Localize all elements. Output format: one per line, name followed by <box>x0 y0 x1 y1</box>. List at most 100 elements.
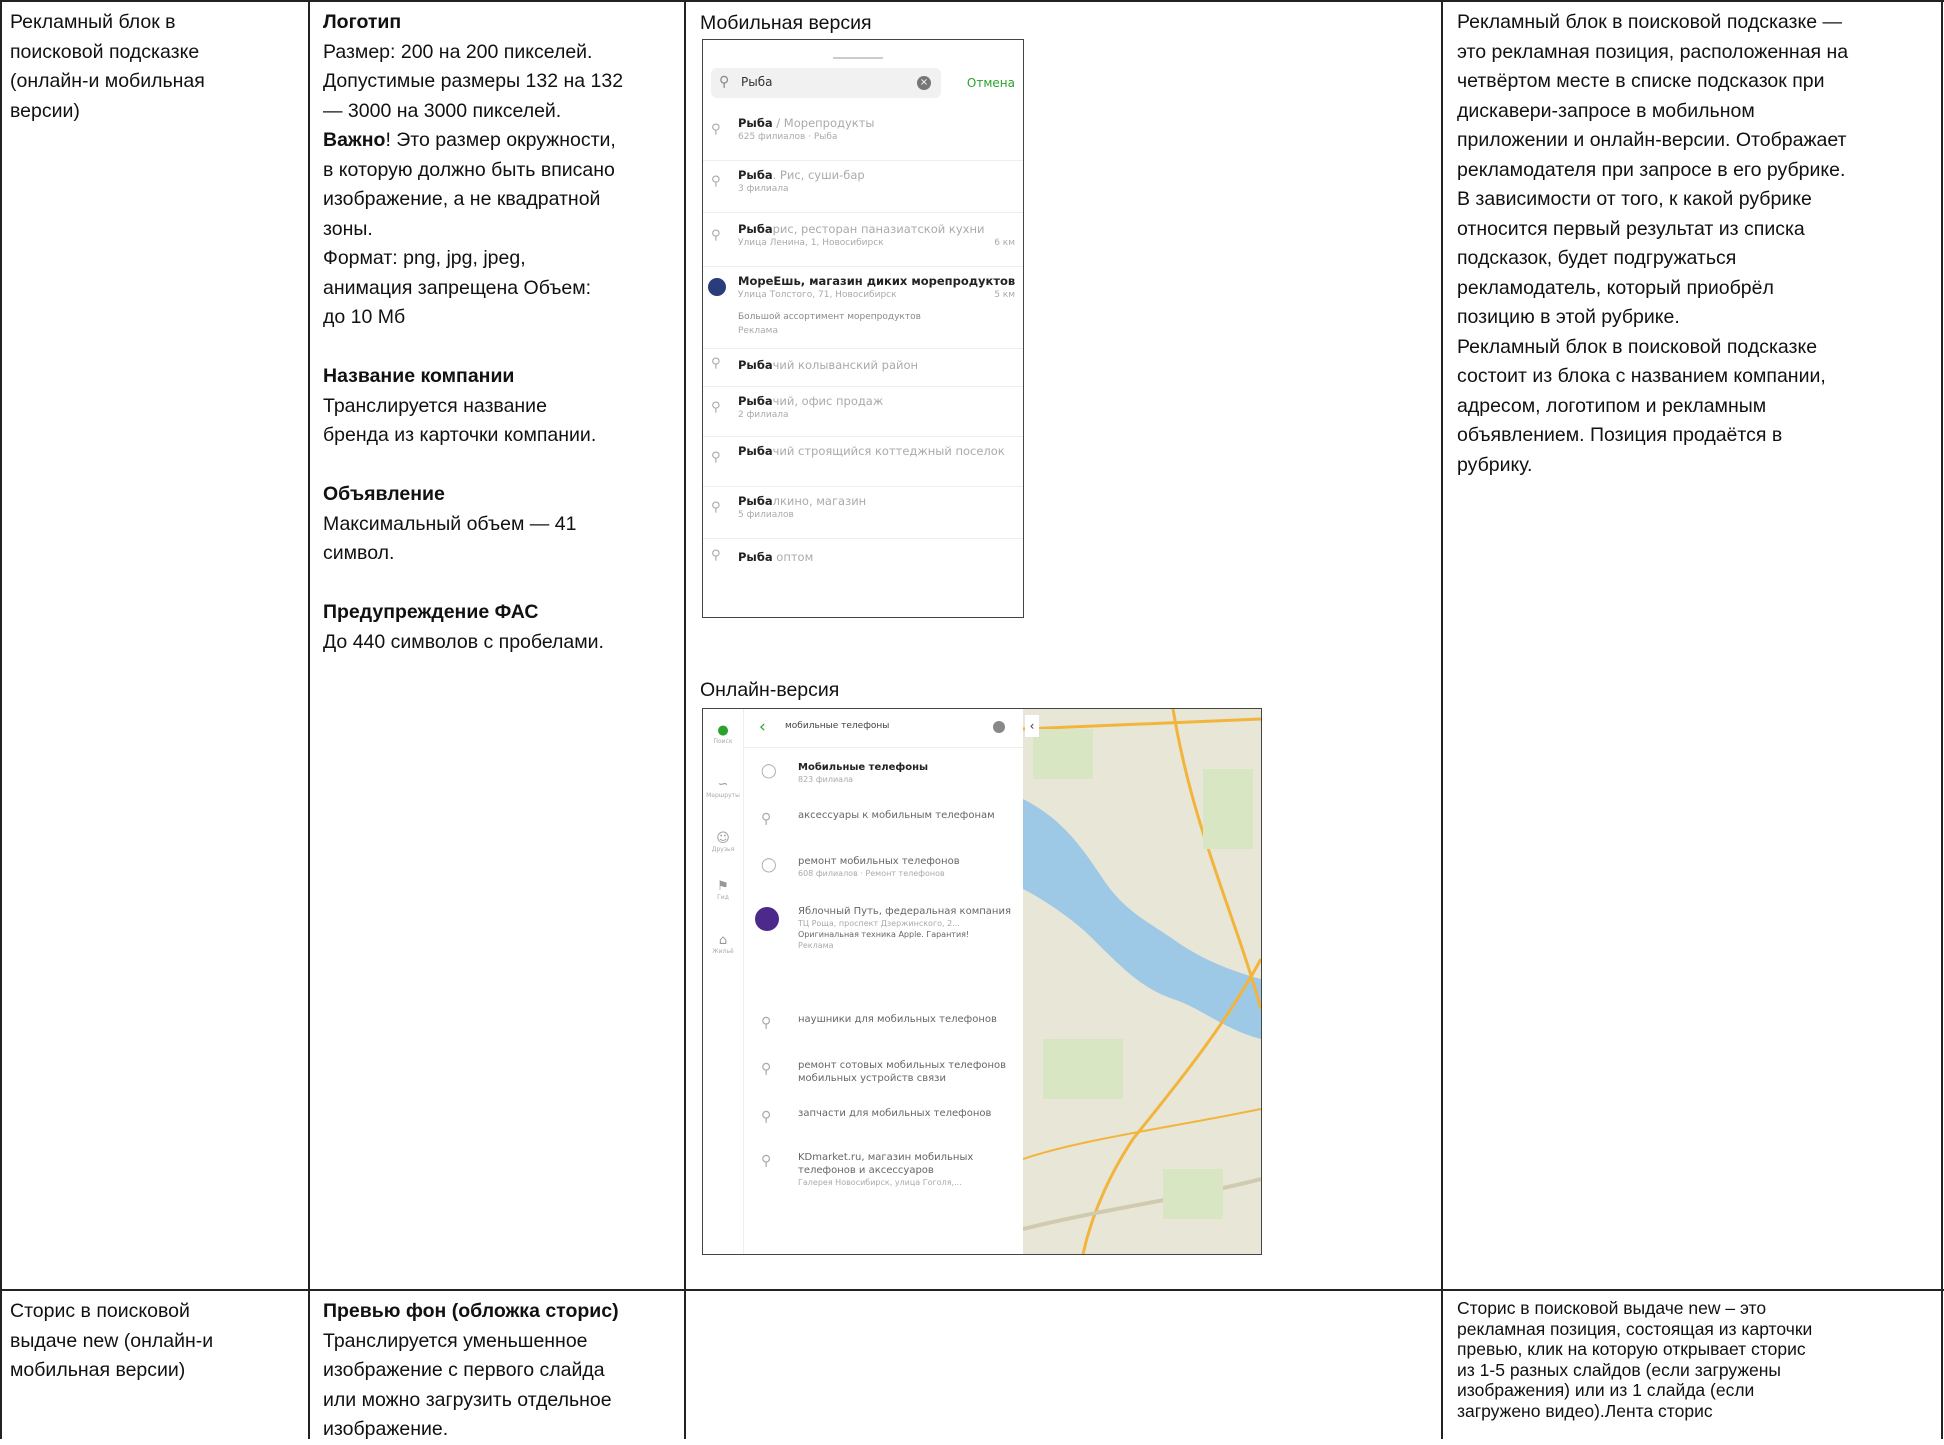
text-line: Размер: 200 на 200 пикселей. <box>323 40 593 63</box>
text-line: До 440 символов с пробелами. <box>323 630 604 653</box>
suggestion-row[interactable]: ⚲ Рыбачий строящийся коттеджный поселок <box>703 438 1023 487</box>
row2-requirements: Превью фон (обложка сторис) Транслируетс… <box>323 1297 678 1445</box>
ad-text: Большой ассортимент морепродуктов <box>738 312 921 322</box>
routes-nav-item[interactable]: ∽ Маршруты <box>703 777 743 800</box>
clear-icon[interactable]: × <box>917 76 931 90</box>
search-icon: ⚲ <box>711 548 721 563</box>
suggestion-title: Рыбарис, ресторан паназиатской кухни <box>738 222 985 236</box>
search-header: ‹ мобильные телефоны <box>743 709 1023 748</box>
text-line: рекламная позиция, состоящая из карточки <box>1457 1318 1813 1339</box>
category-icon: ◯ <box>761 763 777 779</box>
suggestion-row[interactable]: ⚲ запчасти для мобильных телефонов <box>743 1105 1023 1145</box>
suggestion-subtitle: 5 филиалов <box>738 510 794 520</box>
suggestion-row[interactable]: ⚲ Рыба. Рис, суши-бар 3 филиала <box>703 162 1023 213</box>
table-divider-1 <box>308 0 310 1439</box>
suggestion-row[interactable]: ◯ ремонт мобильных телефонов 608 филиалов… <box>743 853 1023 893</box>
suggestion-text: ремонт сотовых мобильных телефонов мобил… <box>798 1060 1007 1084</box>
row2-placement-name: Сторис в поисковой выдаче new (онлайн-и … <box>10 1297 300 1386</box>
search-icon: ⚲ <box>761 811 772 827</box>
back-icon[interactable]: ‹ <box>759 717 766 737</box>
text-line: приложении и онлайн-версии. Отображает <box>1457 129 1847 151</box>
row2-description: Сторис в поисковой выдаче new – это рекл… <box>1457 1298 1937 1421</box>
suggestion-row[interactable]: ◯ Мобильные телефоны 823 филиала <box>743 759 1023 799</box>
text-line: в которую должно быть вписано <box>323 158 615 181</box>
suggestion-row[interactable]: ⚲ наушники для мобильных телефонов <box>743 1011 1023 1051</box>
text-line: относится первый результат из списка <box>1457 217 1805 240</box>
search-icon: ⚲ <box>711 450 721 465</box>
suggestion-text: Мобильные телефоны 823 филиала <box>798 762 929 784</box>
ad-heading: Объявление <box>323 483 445 505</box>
suggestion-subtitle: 2 филиала <box>738 410 789 420</box>
spec-table: Рекламный блок в поисковой подсказке (он… <box>0 0 1944 1440</box>
table-border-right <box>1941 0 1943 1439</box>
suggestion-row[interactable]: ⚲ KDmarket.ru, магазин мобильных телефон… <box>743 1149 1023 1199</box>
text-line: анимация запрещена Объем: <box>323 276 592 299</box>
suggestion-text: аксессуары к мобильным телефонам <box>798 810 995 821</box>
suggestion-title: Рыбачий строящийся коттеджный поселок <box>738 444 1005 458</box>
friends-nav-item[interactable]: ☺ Друзья <box>703 831 743 854</box>
map-view[interactable] <box>1022 709 1261 1254</box>
category-icon: ◯ <box>761 857 777 873</box>
text-line: Транслируется название <box>323 394 547 417</box>
text-line: Сторис в поисковой выдаче new – это <box>1457 1298 1767 1318</box>
suggestion-title: Рыбачий, офис продаж <box>738 394 884 408</box>
suggestion-subtitle: 625 филиалов · Рыба <box>738 132 838 142</box>
search-nav-item[interactable]: ● Поиск <box>703 723 743 746</box>
text-line: символ. <box>323 542 395 564</box>
clear-icon[interactable] <box>993 721 1005 733</box>
text-line: — 3000 на 3000 пикселей. <box>323 99 562 122</box>
suggestion-row[interactable]: ⚲ Рыба оптом <box>703 540 1023 580</box>
important-label: Важно <box>323 129 386 151</box>
cancel-button[interactable]: Отмена <box>967 76 1015 90</box>
text-line: поисковой подсказке <box>10 40 200 63</box>
text-line: бренда из карточки компании. <box>323 424 597 446</box>
text-line: Формат: png, jpg, jpeg, <box>323 247 526 269</box>
text-line: рекламодатель, который приобрёл <box>1457 276 1774 299</box>
row1-placement-name: Рекламный блок в поисковой подсказке (он… <box>10 8 300 126</box>
map-illustration <box>1022 709 1261 1254</box>
text-line: Сторис в поисковой <box>10 1300 190 1322</box>
suggestion-text: KDmarket.ru, магазин мобильных телефонов… <box>798 1152 974 1187</box>
place-icon: ⚲ <box>761 1153 772 1169</box>
suggestion-title: Рыба. Рис, суши-бар <box>738 168 865 182</box>
text-line: мобильная версии) <box>10 1359 186 1381</box>
suggestion-row[interactable]: ⚲ Рыбалкино, магазин 5 филиалов <box>703 488 1023 539</box>
text-line: или можно загрузить отдельное <box>323 1388 612 1411</box>
housing-nav-item[interactable]: ⌂ Жильё <box>703 933 743 956</box>
suggestion-title: Рыба оптом <box>738 550 814 564</box>
drag-handle <box>833 57 883 59</box>
suggestion-subtitle: 3 филиала <box>738 184 789 194</box>
table-border-top <box>0 0 1944 2</box>
text-line: (онлайн-и мобильная <box>10 70 205 92</box>
advertiser-logo <box>708 278 726 296</box>
search-query[interactable]: мобильные телефоны <box>785 721 889 731</box>
search-icon: ⚲ <box>711 174 721 189</box>
suggestion-text: запчасти для мобильных телефонов <box>798 1108 992 1119</box>
search-icon: ⚲ <box>719 74 730 90</box>
suggestion-text: ремонт мобильных телефонов 608 филиалов ·… <box>798 856 960 878</box>
collapse-panel-button[interactable]: ‹ <box>1025 715 1039 737</box>
suggestion-row[interactable]: ⚲ Рыба / Морепродукты 625 филиалов · Рыб… <box>703 110 1023 161</box>
text-line: четвёртом месте в списке подсказок при <box>1457 70 1825 92</box>
search-icon: ⚲ <box>711 228 721 243</box>
search-icon: ⚲ <box>711 122 721 137</box>
suggestion-row[interactable]: ⚲ Рыбарис, ресторан паназиатской кухни У… <box>703 216 1023 267</box>
text-line: рекламодателя при запросе в его рубрике. <box>1457 158 1846 181</box>
search-icon: ⚲ <box>761 1109 772 1125</box>
suggestion-subtitle: Улица Ленина, 1, Новосибирск <box>738 238 884 248</box>
suggestion-row[interactable]: ⚲ Рыбачий колыванский район <box>703 350 1023 387</box>
mobile-version-label: Мобильная версия <box>700 12 872 34</box>
preview-heading: Превью фон (обложка сторис) <box>323 1300 619 1322</box>
guide-nav-item[interactable]: ⚑ Гид <box>703 879 743 902</box>
text-line: из 1-5 разных слайдов (если загружены <box>1457 1359 1781 1380</box>
search-query: Рыба <box>741 75 773 89</box>
suggestion-row[interactable]: ⚲ аксессуары к мобильным телефонам <box>743 807 1023 847</box>
ad-suggestion-row[interactable]: МореЕшь, магазин диких морепродуктов Ули… <box>703 268 1023 349</box>
suggestion-row[interactable]: ⚲ Рыбачий, офис продаж 2 филиала <box>703 388 1023 437</box>
online-screenshot: ● Поиск ∽ Маршруты ☺ Друзья ⚑ Гид ⌂ Жильё ‹ м… <box>702 708 1262 1255</box>
text-line: позицию в этой рубрике. <box>1457 306 1680 328</box>
ad-suggestion-row[interactable]: Яблочный Путь, федеральная компания ТЦ Ро… <box>743 903 1023 991</box>
suggestion-row[interactable]: ⚲ ремонт сотовых мобильных телефонов моб… <box>743 1057 1023 1097</box>
text-line: зоны. <box>323 217 373 240</box>
search-input[interactable]: ⚲ Рыба × <box>711 68 941 98</box>
